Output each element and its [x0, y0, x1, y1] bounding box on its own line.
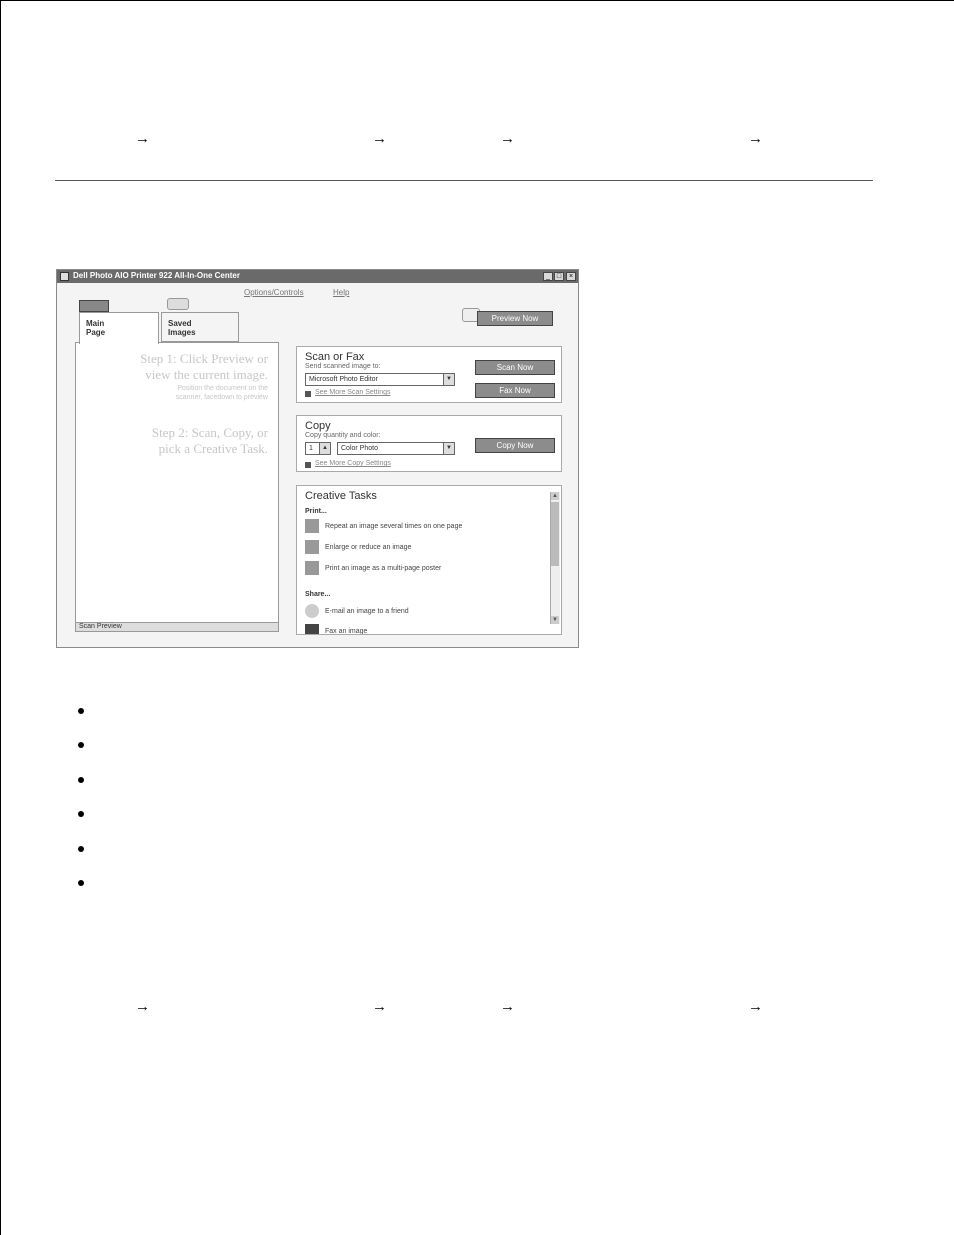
scan-or-fax-section: Scan or Fax Send scanned image to: Micro…: [296, 346, 562, 403]
share-group-label: Share...: [305, 591, 331, 598]
creative-section-title: Creative Tasks: [305, 490, 377, 502]
nav-arrow-5: →: [135, 998, 150, 1015]
copy-quantity-value: 1: [309, 445, 313, 452]
step1-line1: Step 1: Click Preview or: [140, 351, 268, 366]
task-poster-label: Print an image as a multi-page poster: [325, 564, 442, 572]
horizontal-rule: [55, 180, 873, 181]
folder-icon: [79, 300, 109, 312]
copy-section: Copy Copy quantity and color: 1 ▲ Color …: [296, 415, 562, 472]
poster-icon: [305, 561, 319, 575]
fax-now-button[interactable]: Fax Now: [475, 383, 555, 398]
tab-main-page-line1: Main: [86, 319, 105, 328]
task-repeat-image-label: Repeat an image several times on one pag…: [325, 522, 463, 530]
task-enlarge-reduce[interactable]: Enlarge or reduce an image: [305, 540, 411, 554]
copy-section-title: Copy: [305, 420, 331, 432]
copy-now-button[interactable]: Copy Now: [475, 438, 555, 453]
tab-saved-images[interactable]: Saved Images: [161, 312, 239, 342]
tab-main-page-line2: Page: [86, 328, 106, 337]
bullet-3: [78, 777, 84, 783]
task-poster[interactable]: Print an image as a multi-page poster: [305, 561, 441, 575]
scroll-down-icon[interactable]: ▼: [551, 616, 559, 624]
scroll-thumb[interactable]: [551, 502, 559, 566]
nav-arrow-6: →: [372, 998, 387, 1015]
nav-arrow-7: →: [500, 998, 515, 1015]
scan-destination-select[interactable]: Microsoft Photo Editor ▼: [305, 373, 455, 386]
maximize-icon[interactable]: □: [554, 272, 564, 281]
spinner-icon[interactable]: ▲: [319, 443, 330, 454]
app-icon: [60, 272, 69, 281]
task-email-image[interactable]: E-mail an image to a friend: [305, 604, 409, 618]
settings-icon: [305, 462, 311, 468]
nav-arrow-4: →: [748, 130, 763, 147]
nav-arrow-8: →: [748, 998, 763, 1015]
scan-now-button[interactable]: Scan Now: [475, 360, 555, 375]
scroll-up-icon[interactable]: ▲: [551, 492, 559, 500]
window-titlebar: Dell Photo AIO Printer 922 All-In-One Ce…: [57, 270, 578, 283]
nav-arrow-3: →: [500, 130, 515, 147]
settings-icon: [305, 391, 311, 397]
nav-arrow-1: →: [135, 130, 150, 147]
copy-quantity-stepper[interactable]: 1 ▲: [305, 442, 331, 455]
minimize-icon[interactable]: _: [543, 272, 553, 281]
print-group-label: Print...: [305, 508, 327, 515]
scan-section-title: Scan or Fax: [305, 351, 365, 363]
step1-line2: view the current image.: [145, 367, 268, 382]
bullet-1: [78, 708, 84, 714]
step2-line1: Step 2: Scan, Copy, or: [151, 425, 268, 440]
bullet-2: [78, 742, 84, 748]
chevron-down-icon[interactable]: ▼: [443, 374, 454, 385]
page-border-top: [0, 0, 954, 1]
bullet-5: [78, 846, 84, 852]
tab-main-page[interactable]: Main Page: [79, 312, 159, 344]
task-enlarge-reduce-label: Enlarge or reduce an image: [325, 543, 412, 551]
creative-tasks-section: Creative Tasks Print... Repeat an image …: [296, 485, 562, 635]
copy-settings-link[interactable]: See More Copy Settings: [315, 460, 391, 467]
creative-tasks-scrollbar[interactable]: ▲ ▼: [550, 492, 560, 624]
enlarge-image-icon: [305, 540, 319, 554]
preview-panel: Step 1: Click Preview or view the curren…: [75, 342, 279, 632]
menu-options-controls[interactable]: Options/Controls: [244, 288, 304, 297]
menu-help[interactable]: Help: [333, 288, 349, 297]
scan-section-subtitle: Send scanned image to:: [305, 363, 381, 370]
tab-saved-images-line2: Images: [168, 328, 196, 337]
copy-color-select[interactable]: Color Photo ▼: [337, 442, 455, 455]
page-border-left: [0, 0, 1, 1235]
repeat-image-icon: [305, 519, 319, 533]
task-fax-image[interactable]: Fax an image: [305, 624, 368, 635]
copy-section-subtitle: Copy quantity and color:: [305, 432, 381, 439]
chevron-down-icon[interactable]: ▼: [443, 443, 454, 454]
bullet-6: [78, 880, 84, 886]
all-in-one-center-window: Dell Photo AIO Printer 922 All-In-One Ce…: [56, 269, 579, 648]
tab-saved-images-line1: Saved: [168, 319, 192, 328]
step2-line2: pick a Creative Task.: [158, 441, 268, 456]
preview-now-button[interactable]: Preview Now: [477, 311, 553, 326]
step1-hint-line1: Position the document on the: [177, 385, 268, 392]
task-fax-image-label: Fax an image: [325, 627, 368, 635]
step1-hint-line2: scanner, facedown to preview: [175, 394, 268, 401]
scan-destination-value: Microsoft Photo Editor: [309, 376, 378, 383]
bullet-4: [78, 811, 84, 817]
task-repeat-image[interactable]: Repeat an image several times on one pag…: [305, 519, 462, 533]
fax-icon: [305, 624, 319, 634]
status-bar: Scan Preview: [75, 622, 279, 632]
email-icon: [305, 604, 319, 618]
copy-color-value: Color Photo: [341, 445, 378, 452]
close-icon[interactable]: ×: [566, 272, 576, 281]
scan-settings-link[interactable]: See More Scan Settings: [315, 389, 391, 396]
task-email-image-label: E-mail an image to a friend: [325, 607, 409, 615]
window-title: Dell Photo AIO Printer 922 All-In-One Ce…: [73, 271, 240, 280]
nav-arrow-2: →: [372, 130, 387, 147]
camera-icon: [167, 298, 189, 310]
